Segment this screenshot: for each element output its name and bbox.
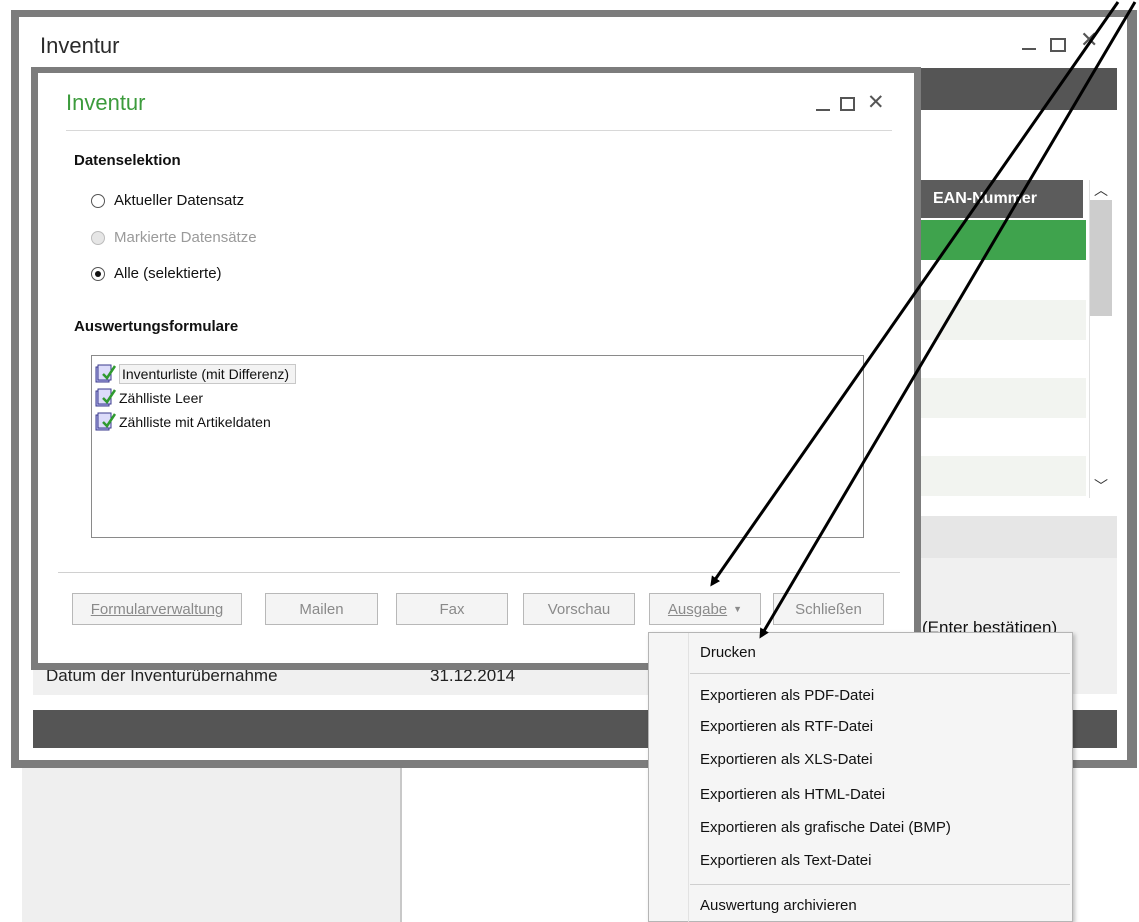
button-bar-divider [58, 572, 900, 573]
output-button-label: Ausgabe [667, 600, 728, 618]
menu-item-archive[interactable]: Auswertung archivieren [700, 897, 857, 914]
panel-header [915, 516, 1117, 558]
maximize-icon[interactable] [1050, 38, 1066, 52]
radio-label[interactable]: Aktueller Datensatz [114, 192, 244, 209]
outer-window-title: Inventur [40, 33, 120, 58]
form-item-label: Zählliste Leer [119, 390, 204, 406]
menu-separator [690, 673, 1070, 674]
form-item-label: Inventurliste (mit Differenz) [119, 364, 297, 384]
menu-item-export-bmp[interactable]: Exportieren als grafische Datei (BMP) [700, 819, 951, 836]
radio-label: Markierte Datensätze [114, 229, 257, 246]
fax-button[interactable]: Fax [396, 593, 508, 625]
table-row[interactable] [915, 456, 1086, 496]
table-row[interactable] [915, 378, 1086, 418]
mail-button[interactable]: Mailen [265, 593, 378, 625]
maximize-icon[interactable] [840, 97, 855, 111]
form-management-button[interactable]: Formularverwaltung [72, 593, 242, 625]
output-menu [648, 632, 1073, 922]
menu-separator [690, 884, 1070, 885]
list-item[interactable]: Zählliste Leer [95, 387, 203, 409]
scroll-down-icon[interactable]: ﹀ [1094, 476, 1108, 496]
minimize-icon[interactable] [1020, 32, 1038, 54]
menu-item-export-html[interactable]: Exportieren als HTML-Datei [700, 786, 885, 803]
background-divider [400, 768, 402, 922]
data-selection-heading: Datenselektion [74, 152, 181, 169]
dialog-title: Inventur [66, 90, 146, 115]
menu-item-export-pdf[interactable]: Exportieren als PDF-Datei [700, 687, 874, 704]
radio-label[interactable]: Alle (selektierte) [114, 265, 222, 282]
list-item[interactable]: Zählliste mit Artikeldaten [95, 411, 271, 433]
radio-marked-records [91, 231, 105, 245]
preview-button[interactable]: Vorschau [523, 593, 635, 625]
background-panel [22, 768, 400, 922]
column-header-ean[interactable]: EAN-Nummer [915, 180, 1083, 218]
output-button[interactable]: Ausgabe ▼ [649, 593, 761, 625]
menu-gutter [688, 633, 689, 922]
table-row[interactable] [915, 300, 1086, 340]
menu-item-export-text[interactable]: Exportieren als Text-Datei [700, 852, 871, 869]
menu-item-export-xls[interactable]: Exportieren als XLS-Datei [700, 751, 873, 768]
radio-current-record[interactable] [91, 194, 105, 208]
scrollbar-thumb[interactable] [1090, 200, 1112, 316]
minimize-icon[interactable] [815, 94, 831, 114]
form-document-icon [95, 364, 117, 384]
menu-item-export-rtf[interactable]: Exportieren als RTF-Datei [700, 718, 873, 735]
list-item[interactable]: Inventurliste (mit Differenz) [95, 363, 297, 385]
forms-heading: Auswertungsformulare [74, 318, 239, 335]
table-row-selected[interactable] [915, 220, 1086, 260]
dialog-title-divider [66, 130, 892, 131]
form-document-icon [95, 388, 117, 408]
form-document-icon [95, 412, 117, 432]
radio-all-selected[interactable] [91, 267, 105, 281]
close-icon[interactable]: ✕ [867, 90, 885, 114]
close-icon[interactable]: ✕ [1080, 28, 1098, 53]
close-button[interactable]: Schließen [773, 593, 884, 625]
menu-item-print[interactable]: Drucken [700, 644, 756, 661]
chevron-down-icon: ▼ [733, 604, 743, 614]
scroll-up-icon[interactable]: ︿ [1094, 180, 1108, 200]
form-item-label: Zählliste mit Artikeldaten [119, 414, 271, 430]
